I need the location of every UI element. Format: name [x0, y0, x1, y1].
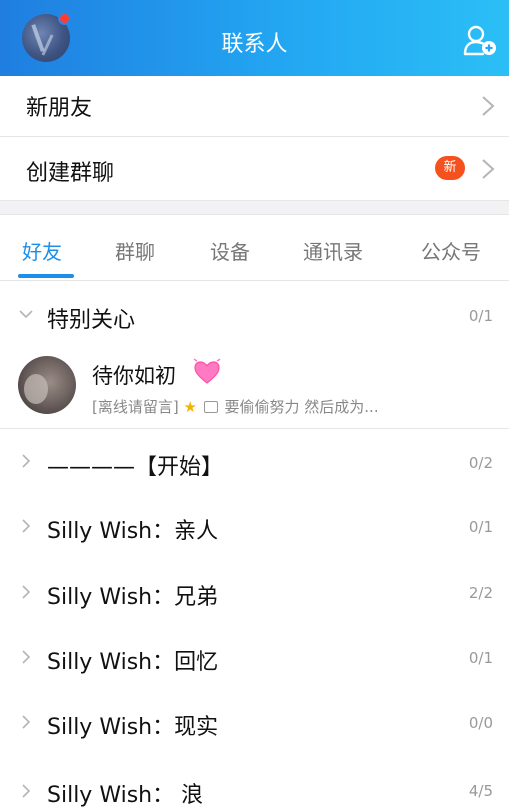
- group-label: Silly Wish：兄弟: [47, 585, 219, 610]
- group-label: Silly Wish： 浪: [47, 783, 204, 807]
- contact-item[interactable]: 待你如初 [离线请留言] ★ 要偷偷努力 然后成为...: [0, 346, 509, 426]
- group-count: 4/5: [468, 782, 493, 800]
- friend-group[interactable]: Silly Wish： 浪 4/5: [0, 743, 509, 807]
- new-badge: 新: [435, 156, 465, 180]
- tab-address-book[interactable]: 通讯录: [303, 236, 363, 265]
- status-prefix: [离线请留言]: [92, 398, 179, 416]
- tab-official-accounts[interactable]: 公众号: [421, 236, 481, 265]
- add-contact-icon[interactable]: [463, 24, 497, 56]
- new-friends-row[interactable]: 新朋友: [0, 76, 509, 136]
- group-count: 0/2: [468, 454, 493, 472]
- contact-tabs: 好友 群聊 设备 通讯录 公众号: [0, 216, 509, 280]
- chevron-right-icon: [22, 784, 31, 798]
- divider: [0, 280, 509, 281]
- divider: [0, 428, 509, 429]
- friend-group[interactable]: Silly Wish：回忆 0/1: [0, 627, 509, 691]
- chevron-right-icon: [22, 650, 31, 664]
- contact-status: [离线请留言] ★ 要偷偷努力 然后成为...: [92, 396, 379, 417]
- chevron-right-icon: [22, 519, 31, 533]
- new-friends-label: 新朋友: [26, 96, 93, 121]
- group-label: Silly Wish：回忆: [47, 650, 219, 675]
- tab-groups[interactable]: 群聊: [115, 236, 155, 265]
- group-label: Silly Wish：现实: [47, 715, 219, 740]
- friend-group[interactable]: Silly Wish：兄弟 2/2: [0, 562, 509, 626]
- friend-group[interactable]: 特别关心 0/1: [0, 282, 509, 346]
- group-label: Silly Wish：亲人: [47, 519, 219, 544]
- friend-group[interactable]: Silly Wish：亲人 0/1: [0, 496, 509, 560]
- create-group-label: 创建群聊: [26, 161, 115, 186]
- chevron-right-icon: [482, 159, 495, 179]
- section-gap: [0, 200, 509, 215]
- image-icon: [203, 401, 218, 413]
- group-count: 2/2: [468, 584, 493, 602]
- group-count: 0/1: [468, 649, 493, 667]
- group-count: 0/1: [468, 307, 493, 325]
- chevron-right-icon: [22, 585, 31, 599]
- heart-icon: [193, 358, 221, 384]
- create-group-row[interactable]: 创建群聊: [0, 137, 509, 200]
- friend-group[interactable]: ————【开始】 0/2: [0, 430, 509, 494]
- notification-dot: [58, 12, 71, 25]
- tab-friends[interactable]: 好友: [22, 236, 62, 265]
- tab-devices[interactable]: 设备: [210, 236, 250, 265]
- chevron-right-icon: [22, 715, 31, 729]
- chevron-down-icon: [19, 310, 33, 319]
- active-tab-indicator: [18, 274, 74, 278]
- star-icon: ★: [183, 398, 197, 416]
- avatar: [18, 356, 76, 414]
- group-label: ————【开始】: [47, 455, 224, 480]
- chevron-right-icon: [22, 454, 31, 468]
- group-count: 0/0: [468, 714, 493, 732]
- group-label: 特别关心: [47, 308, 136, 333]
- status-text: 要偷偷努力 然后成为...: [224, 398, 379, 416]
- chevron-right-icon: [482, 96, 495, 116]
- group-count: 0/1: [468, 518, 493, 536]
- contact-name: 待你如初: [92, 364, 176, 388]
- page-title: 联系人: [221, 32, 288, 57]
- top-bar: 联系人: [0, 0, 509, 76]
